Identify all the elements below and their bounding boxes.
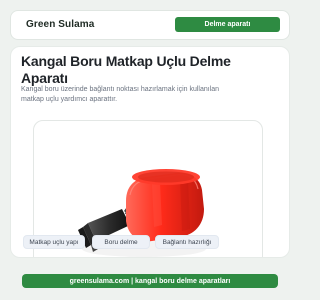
product-card: Kangal Boru Matkap Uçlu Delme Aparatı Ka… (10, 46, 290, 258)
tag-boru-delme: Boru delme (92, 235, 150, 249)
feature-tags: Matkap uçlu yapı Boru delme Bağlantı haz… (23, 235, 279, 249)
brand-name: Green Sulama (26, 19, 95, 30)
top-header: Green Sulama Delme aparatı (10, 10, 290, 40)
page: Green Sulama Delme aparatı Kangal Boru M… (0, 0, 300, 300)
delme-aparati-button[interactable]: Delme aparatı (175, 17, 280, 32)
footer-banner[interactable]: greensulama.com | kangal boru delme apar… (22, 274, 278, 288)
tag-matkap-uclu-yapi: Matkap uçlu yapı (23, 235, 85, 249)
tag-baglanti-hazirligi: Bağlantı hazırlığı (155, 235, 219, 249)
product-title: Kangal Boru Matkap Uçlu Delme Aparatı (21, 53, 231, 86)
product-description: Kangal boru üzerinde bağlantı noktası ha… (21, 86, 220, 103)
